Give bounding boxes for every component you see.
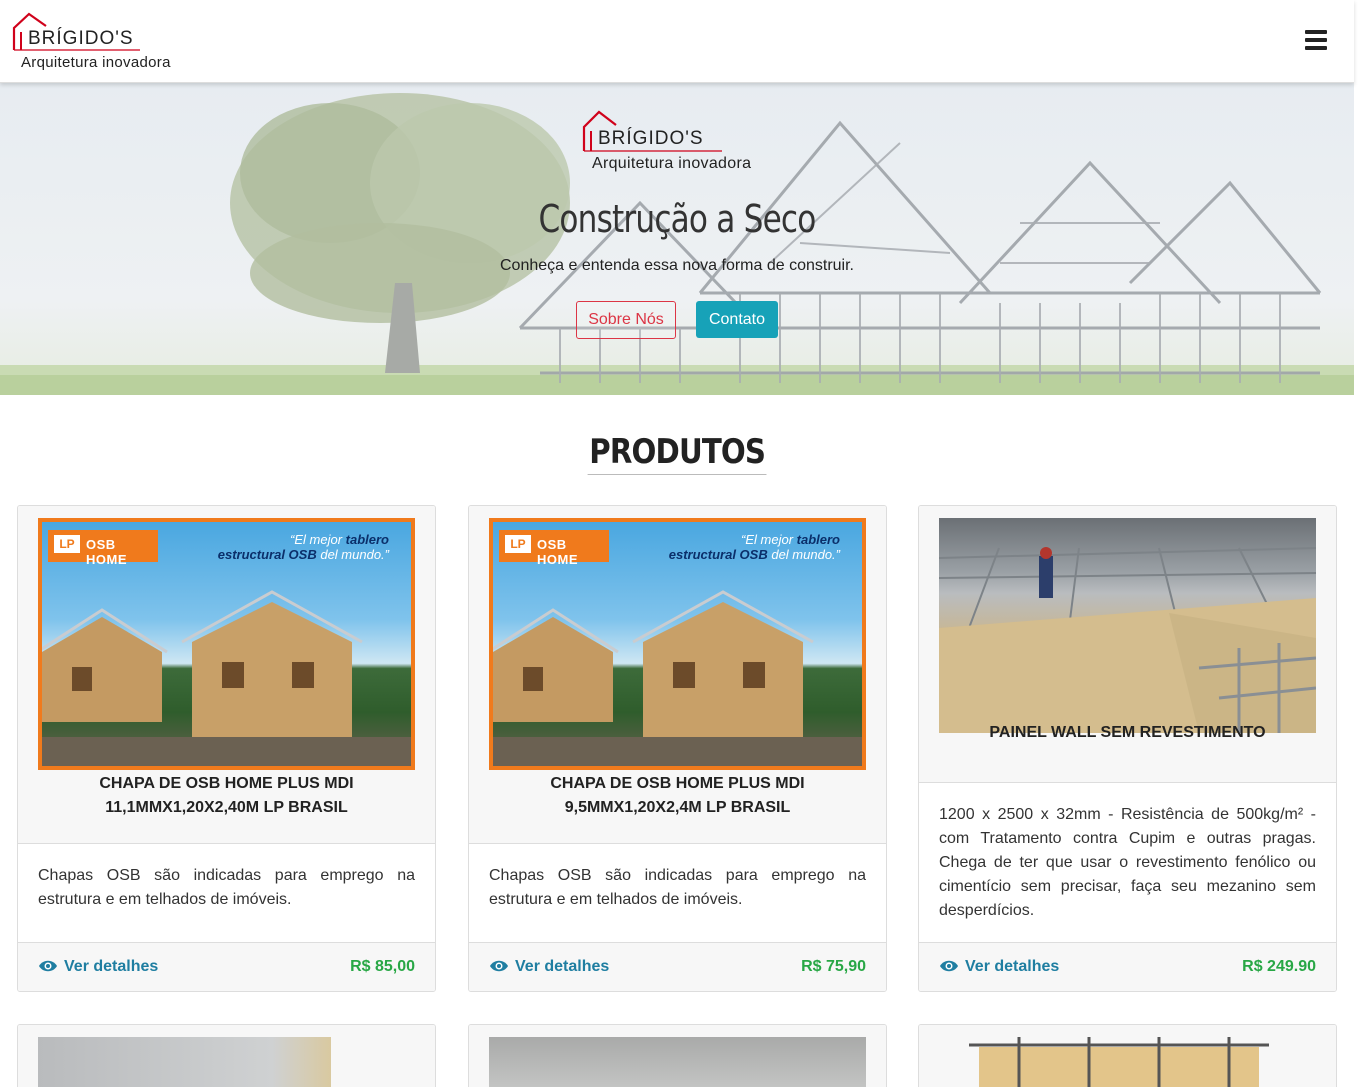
product-name: CHAPA DE OSB HOME PLUS MDI 11,1MMX1,20X2…	[99, 775, 354, 816]
product-card: LP OSB HOME “El mejor tablero estructural …	[17, 505, 436, 992]
product-image[interactable]	[38, 1037, 331, 1087]
osb-house-illustration	[493, 590, 862, 766]
card-header: PAINEL WALL SEM REVESTIMENTO	[919, 506, 1336, 783]
mezzanine-floor-photo	[939, 547, 1316, 733]
product-description: 1200 x 2500 x 32mm - Resistência de 500k…	[939, 806, 1316, 919]
card-footer: Ver detalhes R$ 75,90	[469, 942, 886, 991]
product-price: R$ 249.90	[1242, 958, 1316, 975]
product-price: R$ 85,00	[350, 958, 415, 975]
brand-tagline: Arquitetura inovadora	[21, 54, 171, 71]
view-details-link[interactable]: Ver detalhes	[38, 958, 158, 976]
eye-icon	[940, 960, 958, 972]
product-image[interactable]	[489, 1037, 866, 1087]
hero-brand-logo: BRÍGIDO'S Arquitetura inovadora	[582, 109, 782, 179]
product-description: Chapas OSB são indicadas para emprego na…	[38, 867, 415, 908]
card-footer: Ver detalhes R$ 85,00	[18, 942, 435, 991]
hero-banner: BRÍGIDO'S Arquitetura inovadora Construç…	[0, 83, 1354, 395]
contact-button[interactable]: Contato	[696, 301, 778, 338]
hero-brand-name: BRÍGIDO'S	[598, 128, 704, 149]
card-header	[919, 1025, 1336, 1087]
card-header	[469, 1025, 886, 1087]
view-details-link[interactable]: Ver detalhes	[939, 958, 1059, 976]
product-card	[468, 1024, 887, 1087]
product-name: PAINEL WALL SEM REVESTIMENTO	[989, 724, 1266, 741]
eye-icon	[39, 960, 57, 972]
product-card	[17, 1024, 436, 1087]
top-navbar: BRÍGIDO'S Arquitetura inovadora	[0, 0, 1354, 83]
hamburger-menu-icon[interactable]	[1305, 30, 1327, 50]
products-section-heading: PRODUTOS	[0, 432, 1354, 475]
hero-brand-tagline: Arquitetura inovadora	[592, 155, 752, 172]
product-image[interactable]: LP OSB HOME “El mejor tablero estructural …	[38, 518, 415, 770]
product-description: Chapas OSB são indicadas para emprego na…	[489, 867, 866, 908]
product-image[interactable]: LP OSB HOME “El mejor tablero estructural …	[489, 518, 866, 770]
view-details-link[interactable]: Ver detalhes	[489, 958, 609, 976]
card-header: LP OSB HOME “El mejor tablero estructural …	[469, 506, 886, 844]
card-body: 1200 x 2500 x 32mm - Resistência de 500k…	[919, 783, 1336, 944]
product-price: R$ 75,90	[801, 958, 866, 975]
product-card	[918, 1024, 1337, 1087]
card-footer: Ver detalhes R$ 249.90	[919, 942, 1336, 991]
card-header: LP OSB HOME “El mejor tablero estructural …	[18, 506, 435, 844]
product-card: LP OSB HOME “El mejor tablero estructural …	[468, 505, 887, 992]
brand-logo[interactable]: BRÍGIDO'S Arquitetura inovadora	[12, 10, 192, 72]
panel-illustration	[969, 1037, 1269, 1087]
product-image[interactable]	[939, 1037, 1316, 1087]
section-title: PRODUTOS	[587, 432, 767, 475]
osb-house-illustration	[42, 590, 411, 766]
card-header	[18, 1025, 435, 1087]
product-card: PAINEL WALL SEM REVESTIMENTO 1200 x 2500…	[918, 505, 1337, 992]
about-us-button[interactable]: Sobre Nós	[576, 301, 676, 339]
hero-subtitle: Conheça e entenda essa nova forma de con…	[500, 257, 854, 274]
eye-icon	[490, 960, 508, 972]
product-image[interactable]	[939, 518, 1316, 733]
brand-name: BRÍGIDO'S	[28, 28, 134, 49]
hero-title: Construção a Seco	[538, 197, 816, 241]
product-name: CHAPA DE OSB HOME PLUS MDI 9,5MMX1,20X2,…	[550, 775, 805, 816]
